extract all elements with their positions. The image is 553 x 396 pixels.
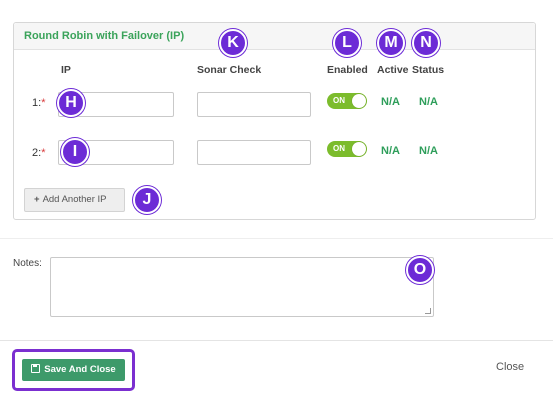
section-divider (0, 238, 553, 239)
save-button-highlight: Save And Close (12, 349, 135, 391)
save-and-close-button[interactable]: Save And Close (22, 359, 125, 381)
notes-textarea[interactable] (50, 257, 434, 317)
annotation-badge-o: O (406, 256, 434, 284)
footer-divider (0, 340, 553, 341)
column-header-active: Active (377, 64, 409, 76)
panel-title: Round Robin with Failover (IP) (14, 23, 535, 50)
toggle-knob (352, 142, 366, 156)
toggle-knob (352, 94, 366, 108)
required-marker: * (41, 97, 46, 109)
annotation-badge-m: M (377, 29, 405, 57)
annotation-badge-j: J (133, 186, 161, 214)
column-header-sonar-check: Sonar Check (197, 64, 262, 76)
annotation-badge-i: I (61, 138, 89, 166)
notes-label: Notes: (13, 258, 42, 269)
enabled-toggle-2[interactable]: ON (327, 141, 367, 157)
toggle-label: ON (333, 96, 345, 105)
column-header-enabled: Enabled (327, 64, 368, 76)
plus-icon: + (34, 194, 40, 205)
add-button-label: Add Another IP (42, 194, 107, 205)
floppy-disk-icon (31, 364, 41, 373)
add-another-ip-button[interactable]: + Add Another IP (24, 188, 125, 212)
required-marker: * (41, 147, 46, 159)
annotation-badge-h: H (57, 89, 85, 117)
annotation-badge-n: N (412, 29, 440, 57)
row-number: 1: (32, 97, 42, 109)
toggle-label: ON (333, 144, 345, 153)
column-header-ip: IP (61, 64, 71, 76)
annotation-badge-l: L (333, 29, 361, 57)
sonar-check-input-2[interactable] (197, 140, 311, 165)
save-button-label: Save And Close (44, 364, 116, 375)
enabled-toggle-1[interactable]: ON (327, 93, 367, 109)
annotation-badge-k: K (219, 29, 247, 57)
column-header-status: Status (412, 64, 445, 76)
close-button[interactable]: Close (496, 361, 524, 373)
row-number: 2: (32, 147, 42, 159)
resize-handle-icon[interactable] (425, 308, 431, 314)
row-label-2: 2:* (32, 147, 45, 159)
sonar-check-input-1[interactable] (197, 92, 311, 117)
status-value-2: N/A (419, 145, 438, 157)
status-value-1: N/A (419, 96, 438, 108)
active-value-1: N/A (381, 96, 400, 108)
row-label-1: 1:* (32, 97, 45, 109)
active-value-2: N/A (381, 145, 400, 157)
